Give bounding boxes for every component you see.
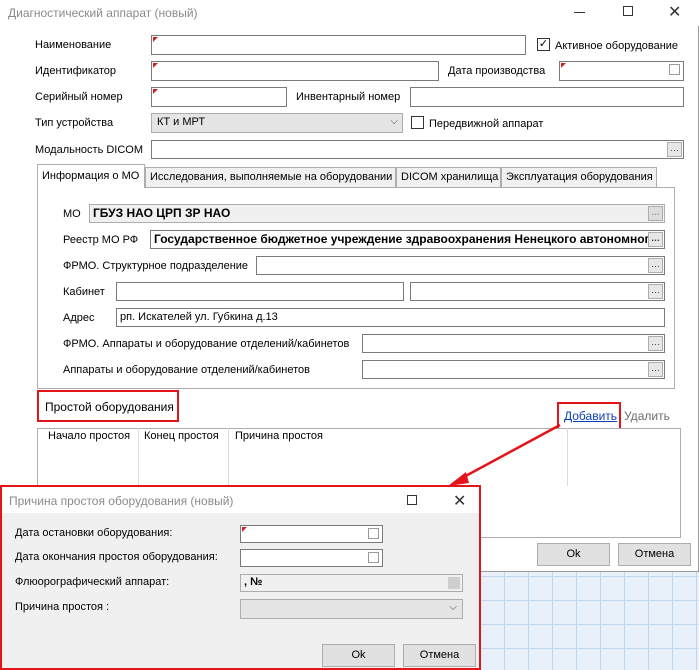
dialog-title: Причина простоя оборудования (новый) [9,494,234,508]
end-date-input[interactable] [240,549,383,567]
maximize-icon[interactable] [407,495,417,505]
close-icon[interactable]: ✕ [453,491,466,511]
ellipsis-icon [448,577,460,589]
fluoro-label: Флюорографический аппарат: [15,576,170,588]
calendar-icon[interactable] [368,552,379,563]
chevron-down-icon[interactable]: ⌵ [449,602,457,613]
stop-date-label: Дата остановки оборудования: [15,527,173,539]
tab-mo-info[interactable]: Информация о МО [37,164,145,188]
calendar-icon[interactable] [368,528,379,539]
reason-label: Причина простоя : [15,601,110,613]
end-date-label: Дата окончания простоя оборудования: [15,551,218,563]
dialog-ok-button[interactable]: Ok [322,644,395,667]
reason-select[interactable]: ⌵ [240,599,463,619]
stop-date-input[interactable] [240,525,383,543]
fluoro-value: , № [244,576,263,588]
downtime-reason-dialog: Причина простоя оборудования (новый) ✕ Д… [0,485,481,670]
fluoro-field: , № [240,574,463,592]
dialog-cancel-button[interactable]: Отмена [403,644,476,667]
dialog-title-bar: Причина простоя оборудования (новый) ✕ [2,487,479,513]
